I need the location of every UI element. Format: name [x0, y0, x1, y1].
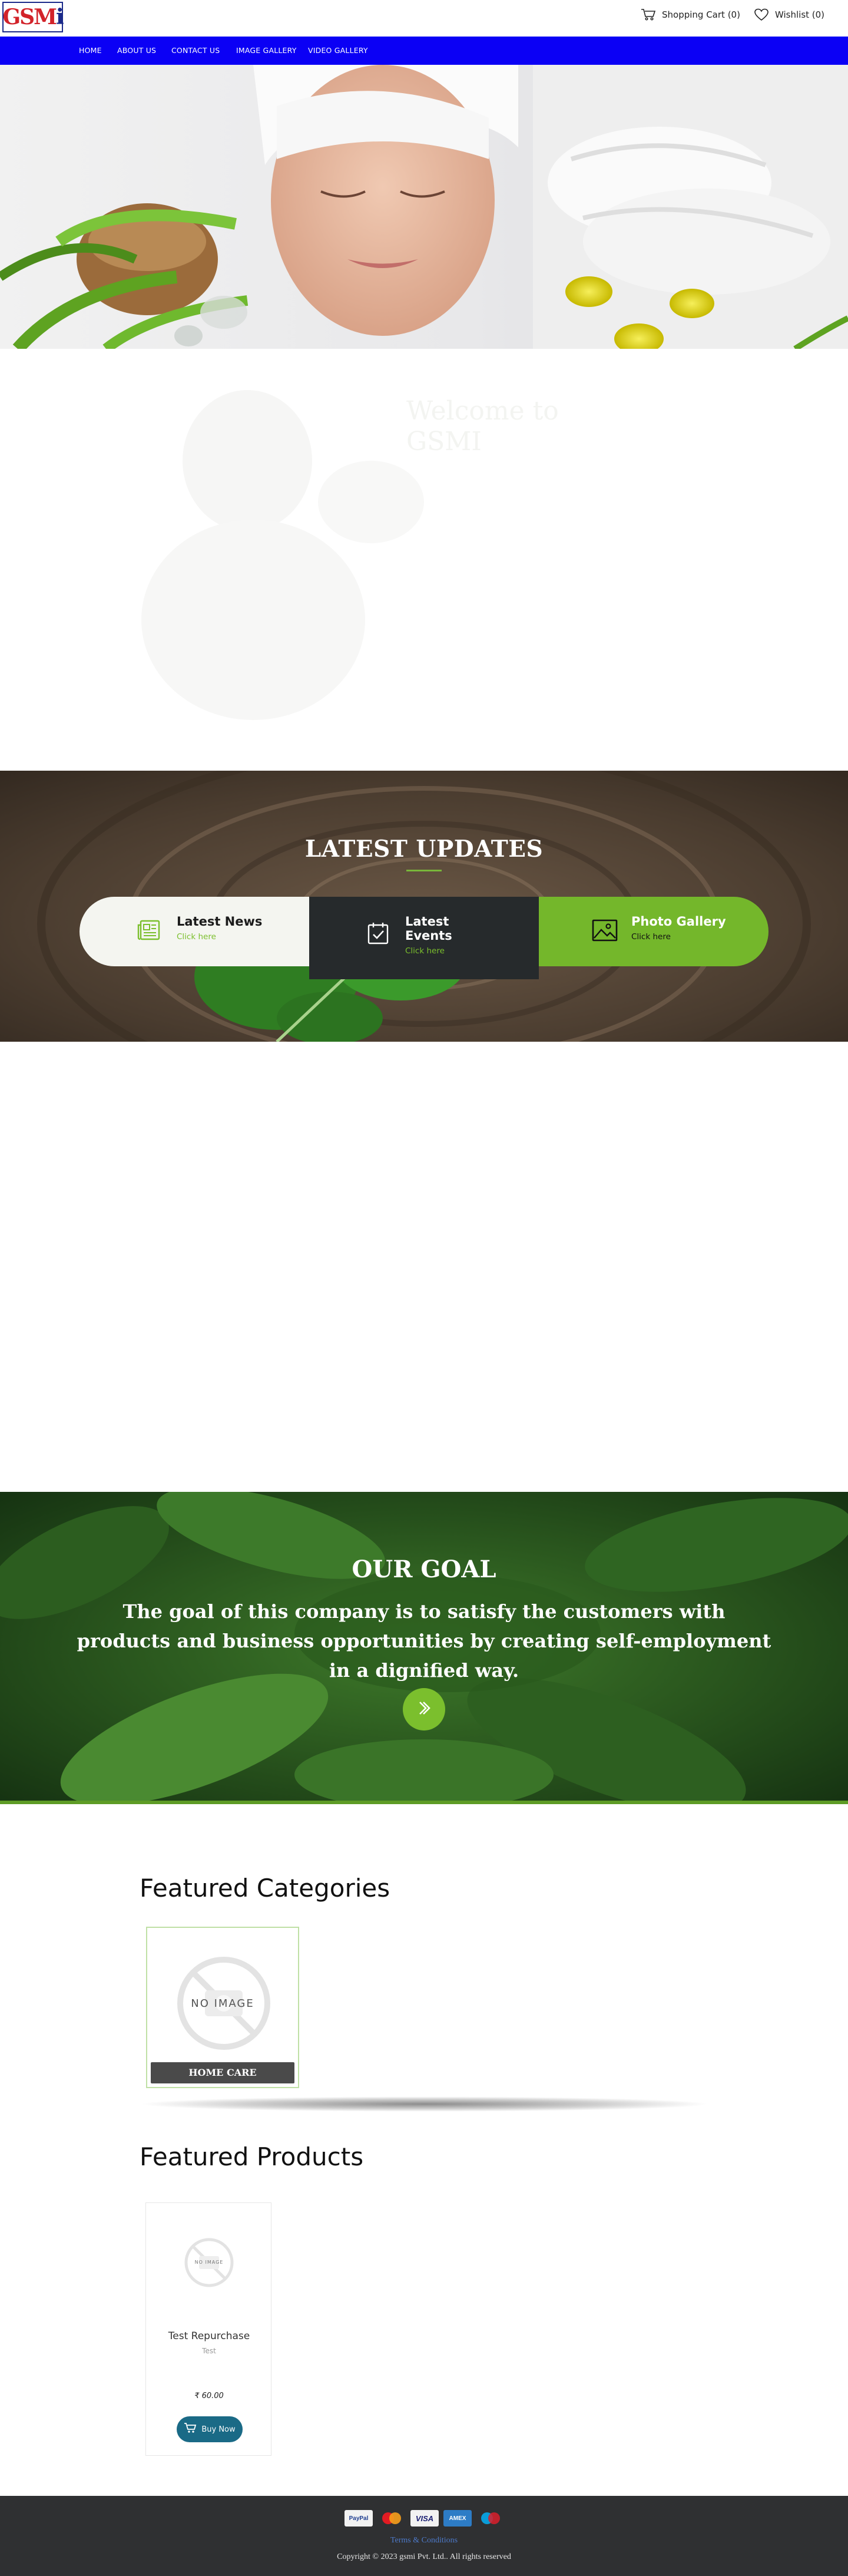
calendar-check-icon: [367, 922, 389, 948]
product-name[interactable]: Test Repurchase: [146, 2330, 272, 2342]
no-image-text: NO IMAGE: [191, 1997, 254, 2010]
site-footer: PayPal VISA AMEX Terms & Conditions Copy…: [0, 2496, 848, 2576]
visa-icon: VISA: [410, 2510, 439, 2527]
payment-methods: PayPal VISA AMEX: [344, 2510, 505, 2527]
latest-news-title: Latest News: [177, 914, 263, 929]
main-nav: HOME ABOUT US CONTACT US IMAGE GALLERY V…: [0, 37, 848, 65]
top-header: GSM i Shopping Cart (0) Wishlist (0): [0, 0, 848, 37]
chevron-right-icon: [415, 1699, 433, 1720]
latest-updates-heading: LATEST UPDATES: [304, 835, 544, 863]
welcome-section: Welcome to GSMI: [0, 349, 848, 771]
image-icon: [592, 919, 618, 944]
product-no-image-text: NO IMAGE: [194, 2260, 224, 2265]
photo-gallery-card[interactable]: Photo Gallery Click here: [539, 897, 768, 966]
hero-banner: [0, 65, 848, 349]
featured-categories-heading: Featured Categories: [140, 1874, 390, 1903]
latest-events-card[interactable]: Latest Events Click here: [309, 897, 539, 979]
our-goal-button[interactable]: [403, 1688, 445, 1730]
photo-gallery-link[interactable]: Click here: [631, 932, 726, 942]
latest-news-card[interactable]: Latest News Click here: [80, 897, 309, 966]
site-logo[interactable]: GSM i: [2, 2, 64, 32]
goal-bottom-border: [0, 1801, 848, 1804]
mastercard-icon: [377, 2510, 406, 2527]
copyright-text: Copyright © 2023 gsmi Pvt. Ltd.. All rig…: [337, 2552, 511, 2561]
our-goal-section: OUR GOAL The goal of this company is to …: [0, 1492, 848, 1804]
nav-item-video-gallery[interactable]: VIDEO GALLERY: [308, 46, 368, 55]
nav-item-image-gallery[interactable]: IMAGE GALLERY: [236, 46, 297, 55]
welcome-heading: Welcome to GSMI: [406, 396, 559, 457]
cart-icon: [641, 8, 656, 21]
terms-link[interactable]: Terms & Conditions: [0, 2536, 848, 2545]
photo-gallery-title: Photo Gallery: [631, 914, 726, 929]
category-label[interactable]: HOME CARE: [151, 2062, 294, 2083]
heading-underline: [406, 870, 442, 871]
product-subtitle: Test: [202, 2347, 216, 2355]
buy-now-label: Buy Now: [201, 2425, 236, 2434]
wishlist-link[interactable]: Wishlist (0): [754, 8, 824, 21]
nav-item-contact-us[interactable]: CONTACT US: [171, 46, 220, 55]
shopping-cart-link[interactable]: Shopping Cart (0): [641, 8, 740, 21]
buy-now-button[interactable]: Buy Now: [177, 2416, 243, 2442]
welcome-title-line2: GSMI: [406, 427, 482, 457]
nav-item-about-us[interactable]: ABOUT US: [117, 46, 156, 55]
featured-products-heading: Featured Products: [140, 2142, 364, 2171]
welcome-watermark-image: [141, 390, 424, 720]
wishlist-label: Wishlist (0): [775, 9, 825, 20]
cart-label: Shopping Cart (0): [662, 9, 740, 20]
nav-item-home[interactable]: HOME: [79, 46, 102, 55]
hero-spa-image: [0, 65, 848, 349]
newspaper-icon: [137, 919, 161, 944]
product-card[interactable]: NO IMAGE Test Repurchase Test ₹ 60.00 Bu…: [145, 2202, 271, 2456]
product-price: ₹ 60.00: [194, 2392, 224, 2400]
welcome-title-line1: Welcome to: [406, 396, 559, 426]
amex-icon: AMEX: [443, 2510, 472, 2527]
heart-icon: [754, 8, 769, 21]
maestro-icon: [476, 2510, 505, 2527]
latest-events-title: Latest Events: [405, 914, 452, 943]
latest-events-link[interactable]: Click here: [405, 946, 470, 956]
our-goal-heading: OUR GOAL: [352, 1555, 496, 1583]
section-divider-shadow: [139, 2096, 710, 2112]
paypal-icon: PayPal: [344, 2510, 373, 2527]
category-card-home-care[interactable]: NO IMAGE HOME CARE: [146, 1927, 299, 2088]
our-goal-text: The goal of this company is to satisfy t…: [77, 1600, 771, 1682]
latest-updates-section: LATEST UPDATES Latest News Click here La…: [0, 771, 848, 1042]
latest-news-link[interactable]: Click here: [177, 932, 262, 942]
cart-icon: [184, 2422, 197, 2436]
